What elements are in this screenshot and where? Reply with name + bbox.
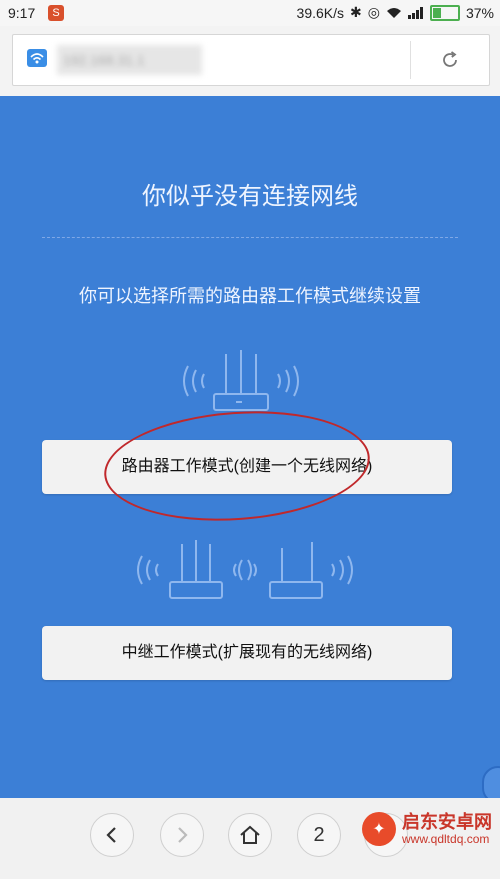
tabs-button[interactable]: 2 (297, 813, 341, 857)
network-speed: 39.6K/s (296, 4, 345, 21)
status-time: 9:17 (8, 5, 36, 21)
back-button[interactable] (90, 813, 134, 857)
repeater-illustration (137, 540, 353, 599)
status-bar: 9:17 S 39.6K/s ✱ ◎ 37% (0, 0, 500, 26)
bluetooth-icon: ✱ (350, 4, 362, 20)
signal-icon (407, 6, 423, 19)
repeater-mode-button[interactable]: 中继工作模式(扩展现有的无线网络) (42, 626, 452, 680)
wifi-icon (27, 49, 47, 67)
page-subtitle: 你可以选择所需的路由器工作模式继续设置 (79, 286, 421, 306)
tab-count: 2 (313, 823, 325, 846)
forward-button[interactable] (160, 813, 204, 857)
router-mode-button[interactable]: 路由器工作模式(创建一个无线网络) (42, 440, 452, 494)
title-divider (42, 237, 458, 238)
address-url[interactable]: 192.168.31.1 (57, 45, 202, 75)
watermark-name: 启东安卓网 (402, 812, 492, 832)
home-button[interactable] (228, 813, 272, 857)
back-icon (106, 827, 116, 843)
home-icon (240, 825, 260, 844)
battery-icon (429, 4, 460, 21)
browser-toolbar: 192.168.31.1 (0, 26, 500, 96)
watermark-url: www.qdltdq.com (402, 832, 490, 846)
battery-percent: 37% (465, 4, 494, 21)
status-right: 39.6K/s ✱ ◎ 37% (297, 4, 494, 21)
forward-icon (178, 827, 188, 843)
watermark: ✦ 启东安卓网 www.qdltdq.com (362, 812, 492, 846)
router-illustration (183, 350, 299, 411)
reload-icon[interactable] (439, 49, 461, 71)
watermark-text-block: 启东安卓网 www.qdltdq.com (402, 812, 492, 846)
app-notification-icon: S (48, 5, 64, 21)
setup-page: 你似乎没有连接网线 你可以选择所需的路由器工作模式继续设置 路由器工作模式(创建… (0, 96, 500, 804)
address-bar[interactable]: 192.168.31.1 (12, 34, 490, 86)
address-divider (410, 41, 411, 79)
wifi-status-icon (386, 7, 401, 18)
watermark-logo-icon: ✦ (362, 812, 396, 846)
page-title: 你似乎没有连接网线 (142, 183, 358, 210)
alarm-icon: ◎ (367, 4, 380, 20)
